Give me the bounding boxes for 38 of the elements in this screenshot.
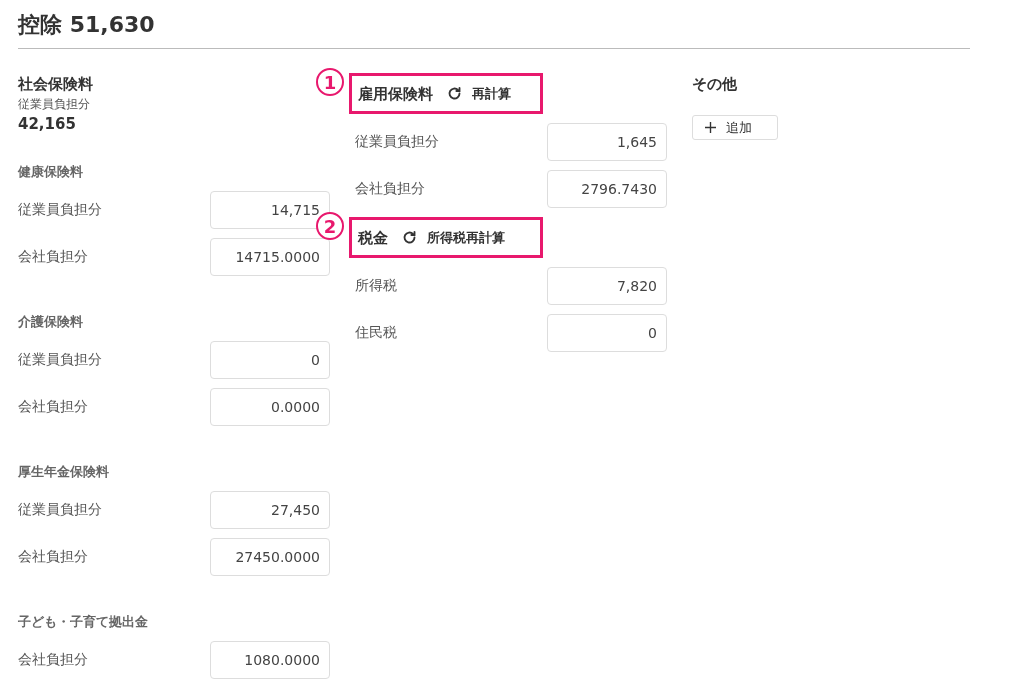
callout-number: 1: [316, 68, 344, 96]
recalculate-button[interactable]: 再計算: [447, 84, 511, 103]
field-label: 会社負担分: [355, 180, 425, 198]
subtotal-label: 従業員負担分: [18, 96, 91, 113]
add-button[interactable]: 追加: [692, 115, 778, 140]
section-title: その他: [692, 74, 738, 95]
group-title: 介護保険料: [18, 313, 84, 331]
input-field[interactable]: 27,450: [210, 491, 330, 529]
field-label: 従業員負担分: [18, 351, 102, 369]
field-label: 会社負担分: [18, 548, 88, 566]
field-label: 会社負担分: [18, 398, 88, 416]
field-label: 従業員負担分: [355, 133, 439, 151]
field-label: 従業員負担分: [18, 201, 102, 219]
page-title: 控除 51,630: [18, 10, 970, 49]
section-title: 税金: [358, 227, 388, 249]
refresh-icon: [447, 86, 462, 101]
input-field[interactable]: 27450.0000: [210, 538, 330, 576]
input-field[interactable]: 1080.0000: [210, 641, 330, 679]
input-field[interactable]: 0: [547, 314, 667, 352]
group-title: 子ども・子育て拠出金: [18, 613, 149, 631]
input-field[interactable]: 0.0000: [210, 388, 330, 426]
recalculate-button[interactable]: 所得税再計算: [402, 228, 505, 247]
field-label: 所得税: [355, 277, 397, 295]
input-field[interactable]: 1,645: [547, 123, 667, 161]
input-field[interactable]: 2796.7430: [547, 170, 667, 208]
input-field[interactable]: 14715.0000: [210, 238, 330, 276]
field-label: 住民税: [355, 324, 397, 342]
input-field[interactable]: 0: [210, 341, 330, 379]
group-title: 健康保険料: [18, 163, 84, 181]
refresh-icon: [402, 230, 417, 245]
plus-icon: [705, 122, 716, 133]
input-field[interactable]: 7,820: [547, 267, 667, 305]
group-title: 厚生年金保険料: [18, 463, 110, 481]
section-title: 雇用保険料: [358, 83, 433, 105]
field-label: 会社負担分: [18, 651, 88, 669]
subtotal-value: 42,165: [18, 114, 77, 135]
field-label: 会社負担分: [18, 248, 88, 266]
field-label: 従業員負担分: [18, 501, 102, 519]
